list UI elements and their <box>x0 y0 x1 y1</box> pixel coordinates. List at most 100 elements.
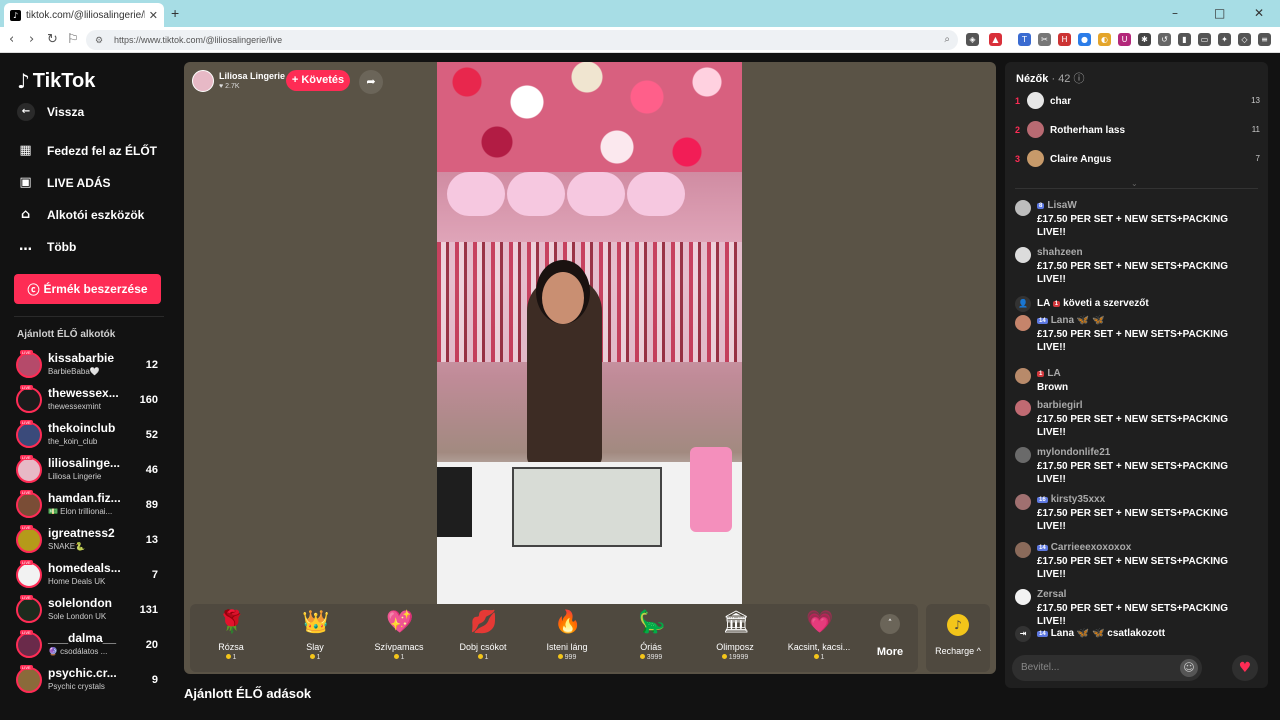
back-arrow-icon[interactable]: ‹ <box>9 32 14 47</box>
info-icon[interactable]: ⓘ <box>1074 73 1085 85</box>
viewer-name[interactable]: char <box>1050 96 1071 107</box>
creator-item[interactable]: LIVE ___dalma__ 🔮 csodálatos ... 20 <box>16 630 162 662</box>
creator-avatar[interactable] <box>16 492 42 518</box>
gift-item[interactable]: 🌹 Rózsa 1 <box>190 610 272 668</box>
reload-icon[interactable]: ↻ <box>47 32 58 47</box>
new-tab-button[interactable]: + <box>171 5 179 21</box>
creator-item[interactable]: LIVE igreatness2 SNAKE🐍 13 <box>16 525 162 557</box>
message-avatar[interactable] <box>1015 494 1031 510</box>
username-text[interactable]: Zersal <box>1037 589 1066 600</box>
host-info[interactable]: Liliosa Lingerie ♥ 2.7K <box>192 69 290 93</box>
viewer-name[interactable]: Claire Angus <box>1050 154 1111 165</box>
username-text[interactable]: Lana 🦋 🦋 <box>1051 315 1105 326</box>
top-viewer-row[interactable]: 1 char 13 <box>1015 92 1260 112</box>
creator-item[interactable]: LIVE psychic.cr... Psychic crystals 9 <box>16 665 162 697</box>
creator-name[interactable]: psychic.cr... <box>48 666 117 680</box>
creator-item[interactable]: LIVE homedeals... Home Deals UK 7 <box>16 560 162 592</box>
menu-live-studio[interactable]: ▣ LIVE ADÁS <box>17 174 110 191</box>
message-username[interactable]: 14 Lana 🦋 🦋 <box>1037 315 1105 326</box>
browser-tab[interactable]: ♪ tiktok.com/@liliosalingerie/li ✕ <box>4 3 164 27</box>
creator-avatar[interactable] <box>16 562 42 588</box>
message-username[interactable]: mylondonlife21 <box>1037 447 1110 458</box>
creator-name[interactable]: solelondon <box>48 596 112 610</box>
message-avatar[interactable] <box>1015 368 1031 384</box>
sidebar-toggle-icon[interactable]: ▮ <box>1178 33 1191 46</box>
event-username[interactable]: LA <box>1037 298 1050 309</box>
host-avatar[interactable] <box>192 70 214 92</box>
username-text[interactable]: Carrieeexoxoxox <box>1051 542 1132 553</box>
back-button[interactable]: ← Vissza <box>17 103 84 121</box>
close-window-button[interactable]: ✕ <box>1254 6 1264 20</box>
creator-item[interactable]: LIVE liliosalinge... Liliosa Lingerie 46 <box>16 455 162 487</box>
gift-item[interactable]: 👑 Slay 1 <box>274 610 356 668</box>
brave-shield-icon[interactable]: ◈ <box>966 33 979 46</box>
follow-button[interactable]: + Követés <box>286 70 350 91</box>
message-username[interactable]: shahzeen <box>1037 247 1083 258</box>
creator-avatar[interactable] <box>16 632 42 658</box>
forward-arrow-icon[interactable]: › <box>29 32 34 47</box>
ublock-extension-icon[interactable]: U <box>1118 33 1131 46</box>
creator-name[interactable]: ___dalma__ <box>48 631 116 645</box>
message-avatar[interactable] <box>1015 400 1031 416</box>
creator-item[interactable]: LIVE thewessex... thewessexmint 160 <box>16 385 162 417</box>
counter-extension-icon[interactable]: ● <box>1078 33 1091 46</box>
rewards-icon[interactable]: ▲ <box>989 33 1002 46</box>
color-extension-icon[interactable]: ◐ <box>1098 33 1111 46</box>
site-settings-icon[interactable]: ⚙ <box>95 30 103 50</box>
message-username[interactable]: 1 LA <box>1037 368 1061 379</box>
gift-item[interactable]: 💗 Kacsint, kacsi... 1 <box>778 610 860 668</box>
message-avatar[interactable] <box>1015 589 1031 605</box>
hls-extension-icon[interactable]: H <box>1058 33 1071 46</box>
translate-extension-icon[interactable]: T <box>1018 33 1031 46</box>
message-avatar[interactable] <box>1015 447 1031 463</box>
message-avatar[interactable] <box>1015 315 1031 331</box>
message-username[interactable]: 16 kirsty35xxx <box>1037 494 1105 505</box>
close-tab-icon[interactable]: ✕ <box>149 9 158 22</box>
creator-avatar[interactable] <box>16 597 42 623</box>
creator-name[interactable]: liliosalinge... <box>48 456 120 470</box>
gift-item[interactable]: 🔥 Isteni láng 999 <box>526 610 608 668</box>
username-text[interactable]: mylondonlife21 <box>1037 447 1110 458</box>
live-video-frame[interactable] <box>437 62 742 604</box>
like-heart-icon[interactable]: ♥ <box>1232 655 1258 681</box>
zoom-icon[interactable]: ⌕ <box>944 30 950 50</box>
event-username[interactable]: Lana 🦋 🦋 <box>1051 628 1105 639</box>
message-username[interactable]: Zersal <box>1037 589 1066 600</box>
creator-name[interactable]: thekoinclub <box>48 421 115 435</box>
message-username[interactable]: 14 Carrieeexoxoxox <box>1037 542 1131 553</box>
creator-item[interactable]: LIVE hamdan.fiz... 💵 Elon trillionai... 89 <box>16 490 162 522</box>
host-name[interactable]: Liliosa Lingerie <box>219 71 285 81</box>
creator-name[interactable]: homedeals... <box>48 561 121 575</box>
chat-input[interactable]: Bevitel... ☺ <box>1012 655 1202 681</box>
creator-item[interactable]: LIVE thekoinclub the_koin_club 52 <box>16 420 162 452</box>
share-icon[interactable]: ➦ <box>359 70 383 94</box>
creator-avatar[interactable] <box>16 527 42 553</box>
creator-name[interactable]: hamdan.fiz... <box>48 491 121 505</box>
menu-creator-tools[interactable]: ⌂ Alkotói eszközök <box>17 206 145 223</box>
get-coins-button[interactable]: ⓒ Érmék beszerzése <box>14 274 161 304</box>
gift-item[interactable]: 💋 Dobj csókot 1 <box>442 610 524 668</box>
message-avatar[interactable] <box>1015 247 1031 263</box>
creator-avatar[interactable] <box>16 457 42 483</box>
creator-name[interactable]: igreatness2 <box>48 526 115 540</box>
creator-item[interactable]: LIVE solelondon Sole London UK 131 <box>16 595 162 627</box>
creator-avatar[interactable] <box>16 352 42 378</box>
top-viewer-row[interactable]: 3 Claire Angus 7 <box>1015 150 1260 170</box>
viewer-name[interactable]: Rotherham lass <box>1050 125 1125 136</box>
wallet-icon[interactable]: ▭ <box>1198 33 1211 46</box>
live-player[interactable]: Liliosa Lingerie ♥ 2.7K + Követés ➦ 🌹 Róz… <box>184 62 996 674</box>
creator-avatar[interactable] <box>16 667 42 693</box>
sync-extension-icon[interactable]: ↺ <box>1158 33 1171 46</box>
viewer-avatar[interactable] <box>1027 92 1044 109</box>
viewers-header[interactable]: Nézők · 42 ⓘ <box>1016 70 1085 86</box>
creator-avatar[interactable] <box>16 422 42 448</box>
username-text[interactable]: kirsty35xxx <box>1051 494 1106 505</box>
creator-name[interactable]: kissabarbie <box>48 351 114 365</box>
creator-avatar[interactable] <box>16 387 42 413</box>
menu-more[interactable]: … Több <box>17 238 76 255</box>
emoji-icon[interactable]: ☺ <box>1180 659 1198 677</box>
bookmark-icon[interactable]: ⚐ <box>67 32 79 47</box>
tools-extension-icon[interactable]: ✂ <box>1038 33 1051 46</box>
message-username[interactable]: barbiegirl <box>1037 400 1083 411</box>
viewer-avatar[interactable] <box>1027 150 1044 167</box>
